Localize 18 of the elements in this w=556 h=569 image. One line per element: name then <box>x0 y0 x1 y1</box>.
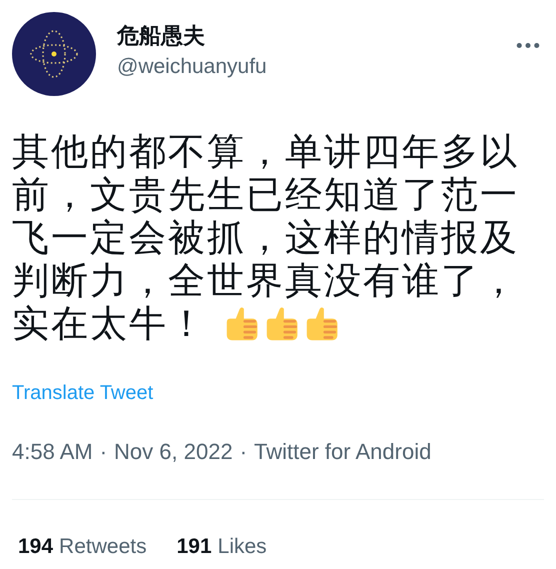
tweet-time[interactable]: 4:58 AM <box>12 439 93 465</box>
tweet-text-line: 飞一定会被抓，这样的情报及 <box>12 217 519 258</box>
tweet-text-line: 判断力，全世界真没有谁了， <box>12 260 519 301</box>
tweet-text-line: 前，文贵先生已经知道了范一 <box>12 174 519 215</box>
separator-dot: · <box>100 439 108 465</box>
author-handle[interactable]: @weichuanyufu <box>117 54 267 80</box>
tweet-text-line: 实在太牛！ <box>12 302 207 345</box>
tweet-date[interactable]: Nov 6, 2022 <box>114 439 233 465</box>
stat-label[interactable]: Likes <box>218 535 267 559</box>
stat-label[interactable]: Retweets <box>59 535 147 559</box>
author-name[interactable]: 危船愚夫 <box>117 22 267 50</box>
tweet-text-line: 其他的都不算，单讲四年多以 <box>12 131 519 172</box>
avatar-icon[interactable] <box>12 12 96 96</box>
stat-count[interactable]: 194 <box>18 535 54 559</box>
stat-count[interactable]: 191 <box>176 535 212 559</box>
tweet-source[interactable]: Twitter for Android <box>254 439 432 465</box>
more-icon[interactable] <box>516 42 540 49</box>
separator-dot: · <box>240 439 248 465</box>
